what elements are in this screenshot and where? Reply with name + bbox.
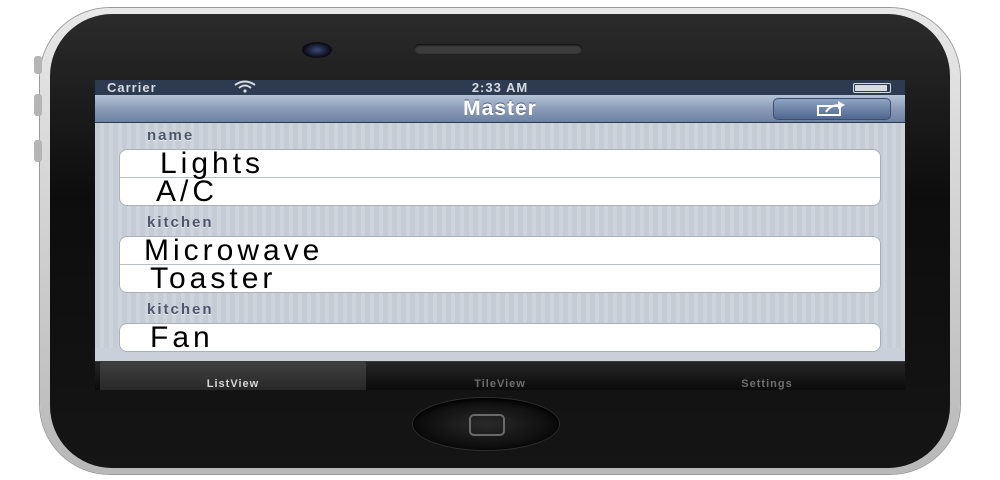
volume-down-button [34,140,42,162]
mute-switch [34,56,42,74]
list-group: Lights A/C [119,149,881,206]
list-group: Fan [119,323,881,352]
section-header: kitchen [147,301,214,318]
navigation-bar: Master [95,95,905,123]
volume-up-button [34,94,42,116]
list-item[interactable]: Lights [120,150,880,179]
tab-settings[interactable]: Settings [634,362,900,390]
list-view[interactable]: name Lights A/C kitchen Microwave Toaste… [95,123,905,352]
share-button[interactable] [773,98,891,120]
home-button[interactable] [413,398,559,450]
list-item[interactable]: Microwave [120,237,880,266]
list-item[interactable]: A/C [120,177,880,206]
list-group: Microwave Toaster [119,236,881,293]
list-item[interactable]: Fan [120,324,880,351]
tab-listview[interactable]: ListView [100,362,366,390]
status-bar: Carrier 2:33 AM [95,80,905,95]
share-icon [817,101,845,116]
front-camera [302,42,332,58]
earpiece-speaker [414,44,582,54]
screen: Carrier 2:33 AM Master name Lights A/C k [95,80,905,390]
battery-icon [853,83,891,93]
section-header: kitchen [147,214,214,231]
tab-bar: ListView TileView Settings [95,361,905,390]
section-header: name [147,127,195,144]
status-time: 2:33 AM [471,80,529,95]
list-item[interactable]: Toaster [120,264,880,293]
home-square-icon [469,414,505,436]
tab-tileview[interactable]: TileView [367,362,633,390]
